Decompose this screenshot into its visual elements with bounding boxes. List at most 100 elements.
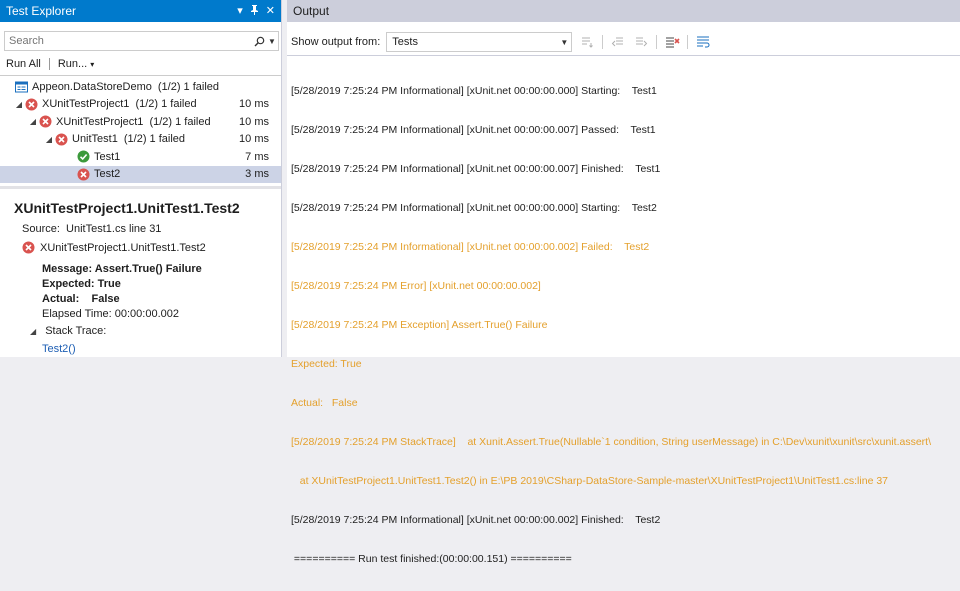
go-to-code-icon[interactable]	[579, 34, 595, 50]
tree-item-duration: 10 ms	[239, 133, 269, 146]
actual-label: Actual:	[42, 293, 80, 305]
tree-item-name: XUnitTestProject1	[42, 98, 130, 111]
next-message-icon[interactable]	[633, 34, 649, 50]
elapsed-value: 00:00:00.002	[114, 308, 179, 320]
output-line: [5/28/2019 7:25:24 PM Informational] [xU…	[291, 124, 656, 136]
tree-item-duration: 10 ms	[239, 98, 269, 111]
tree-row[interactable]: Test1 7 ms	[0, 148, 281, 166]
expanded-arrow-icon[interactable]: ◢	[44, 135, 54, 144]
tree-item-summary: (1/2) 1 failed	[123, 133, 186, 146]
source-row: Source: UnitTest1.cs line 31	[22, 223, 161, 235]
output-line-error: Expected: True	[291, 358, 362, 370]
test-tree: Appeon.DataStoreDemo (1/2) 1 failed ◢ XU…	[0, 78, 281, 183]
tree-row-selected[interactable]: Test2 3 ms	[0, 165, 281, 183]
stack-trace-link[interactable]: Test2()	[42, 343, 76, 355]
tree-item-duration: 10 ms	[239, 115, 269, 128]
toolbar-separator	[656, 35, 658, 49]
failed-test-row: XUnitTestProject1.UnitTest1.Test2	[22, 241, 206, 255]
passed-icon	[76, 150, 90, 164]
tree-item-name: UnitTest1	[72, 133, 118, 146]
close-icon[interactable]: ✕	[266, 4, 275, 18]
dropdown-arrow-icon[interactable]: ▾	[237, 4, 243, 18]
actual-value: False	[91, 293, 120, 305]
output-line: ========== Run test finished:(00:00:00.1…	[291, 553, 572, 565]
word-wrap-icon[interactable]	[695, 34, 711, 50]
tree-row[interactable]: ◢ XUnitTestProject1 (1/2) 1 failed 10 ms	[0, 96, 281, 114]
splitter[interactable]	[0, 186, 281, 189]
tree-item-name: Test2	[94, 168, 121, 181]
search-input[interactable]	[5, 33, 252, 49]
solution-icon	[14, 80, 28, 94]
previous-message-icon[interactable]	[610, 34, 626, 50]
tree-item-name: XUnitTestProject1	[56, 115, 144, 128]
source-label: Source:	[22, 223, 60, 235]
output-line-error: at XUnitTestProject1.UnitTest1.Test2() i…	[291, 475, 889, 487]
expected-label: Expected:	[42, 278, 95, 290]
output-line: [5/28/2019 7:25:24 PM Informational] [xU…	[291, 85, 657, 97]
toolbar-separator	[48, 58, 50, 70]
output-line-error: [5/28/2019 7:25:24 PM Error] [xUnit.net …	[291, 280, 541, 292]
run-button-label: Run...	[57, 58, 88, 70]
search-icon[interactable]	[252, 33, 266, 49]
output-source-value: Tests	[392, 36, 418, 48]
elapsed-label: Elapsed Time:	[42, 308, 112, 320]
failed-icon	[76, 167, 90, 181]
tree-item-name: Appeon.DataStoreDemo	[32, 80, 152, 93]
run-button[interactable]: Run... ▾	[52, 58, 100, 70]
output-line-error: [5/28/2019 7:25:24 PM Exception] Assert.…	[291, 319, 548, 331]
divider	[287, 55, 960, 56]
message-value: Assert.True() Failure	[94, 263, 202, 275]
expected-value: True	[97, 278, 121, 290]
output-line: [5/28/2019 7:25:24 PM Informational] [xU…	[291, 163, 661, 175]
stack-trace-row[interactable]: ◢ Stack Trace:	[30, 325, 106, 337]
failed-icon	[22, 241, 36, 255]
show-output-from-label: Show output from:	[291, 36, 381, 48]
output-source-select[interactable]: Tests ▼	[386, 32, 573, 52]
output-panel: Output Show output from: Tests ▼ [5/28/2…	[287, 0, 960, 565]
run-all-button[interactable]: Run All	[0, 58, 47, 70]
detail-title: XUnitTestProject1.UnitTest1.Test2	[14, 200, 240, 216]
tree-item-duration: 7 ms	[245, 150, 269, 163]
test-explorer-title: Test Explorer	[6, 4, 77, 18]
chevron-down-icon: ▼	[560, 37, 569, 47]
message-label: Message:	[42, 263, 93, 275]
tree-item-summary: (1/2) 1 failed	[157, 80, 220, 93]
tree-item-duration: 3 ms	[245, 168, 269, 181]
test-explorer-panel: Test Explorer ▾ ✕ ▼ Run All Run... ▾ App…	[0, 0, 282, 357]
output-line: [5/28/2019 7:25:24 PM Informational] [xU…	[291, 514, 661, 526]
tree-row[interactable]: ◢ XUnitTestProject1 (1/2) 1 failed 10 ms	[0, 113, 281, 131]
toolbar-separator	[602, 35, 604, 49]
output-line-error: [5/28/2019 7:25:24 PM Informational] [xU…	[291, 241, 650, 253]
toolbar-separator	[687, 35, 689, 49]
clear-all-icon[interactable]	[664, 34, 680, 50]
elapsed-row: Elapsed Time: 00:00:00.002	[42, 308, 179, 320]
message-row: Message: Assert.True() Failure	[42, 263, 202, 275]
tree-item-summary: (1/2) 1 failed	[135, 98, 197, 111]
tree-item-name: Test1	[94, 150, 121, 163]
expanded-arrow-icon[interactable]: ◢	[28, 117, 38, 126]
source-value[interactable]: UnitTest1.cs line 31	[66, 223, 161, 235]
test-explorer-toolbar: Run All Run... ▾	[0, 55, 281, 73]
expected-row: Expected: True	[42, 278, 121, 290]
failed-test-name: XUnitTestProject1.UnitTest1.Test2	[40, 242, 206, 254]
output-line-error: Actual: False	[291, 397, 358, 409]
output-line-error: [5/28/2019 7:25:24 PM StackTrace] at Xun…	[291, 436, 932, 448]
output-title: Output	[293, 4, 330, 18]
search-options-icon[interactable]: ▼	[266, 33, 278, 49]
tree-row[interactable]: ◢ UnitTest1 (1/2) 1 failed 10 ms	[0, 131, 281, 149]
test-explorer-title-bar: Test Explorer ▾ ✕	[0, 0, 281, 22]
output-text-area[interactable]: [5/28/2019 7:25:24 PM Informational] [xU…	[291, 60, 960, 591]
expanded-arrow-icon[interactable]: ◢	[30, 327, 36, 336]
actual-row: Actual: False	[42, 293, 120, 305]
chevron-down-icon: ▾	[90, 60, 95, 69]
failed-icon	[38, 115, 52, 129]
search-box: ▼	[4, 31, 279, 51]
expanded-arrow-icon[interactable]: ◢	[14, 100, 24, 109]
output-toolbar: Show output from: Tests ▼	[287, 31, 960, 53]
tree-row[interactable]: Appeon.DataStoreDemo (1/2) 1 failed	[0, 78, 281, 96]
failed-icon	[54, 132, 68, 146]
output-line: [5/28/2019 7:25:24 PM Informational] [xU…	[291, 202, 657, 214]
failed-icon	[24, 97, 38, 111]
pin-icon[interactable]	[250, 4, 259, 18]
output-title-bar: Output	[287, 0, 960, 22]
